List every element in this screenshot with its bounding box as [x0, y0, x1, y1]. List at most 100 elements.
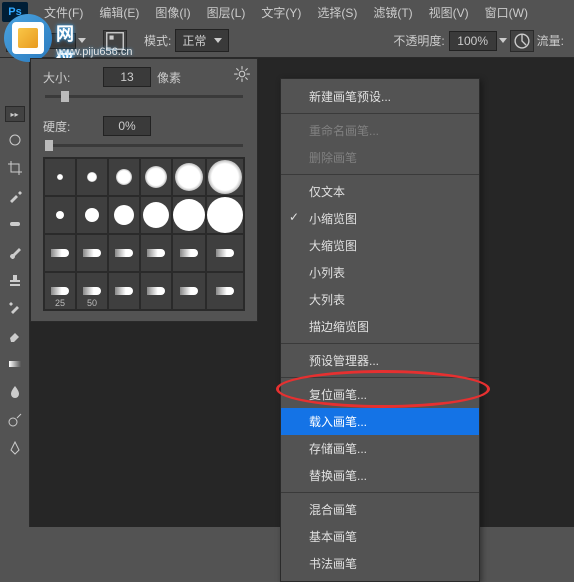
- history-brush-tool-icon[interactable]: [3, 296, 27, 320]
- menu-item[interactable]: 基本画笔: [281, 523, 479, 550]
- menu-item-label: 描边缩览图: [309, 320, 369, 334]
- opacity-label: 不透明度:: [393, 32, 444, 49]
- menu-separator: [281, 174, 479, 175]
- menu-item: 删除画笔: [281, 144, 479, 171]
- menu-item-label: 重命名画笔...: [309, 124, 379, 138]
- menu-item[interactable]: ✓小缩览图: [281, 205, 479, 232]
- brush-preset[interactable]: [140, 196, 172, 234]
- brush-size-field[interactable]: 13: [34, 33, 76, 49]
- menu-item[interactable]: 选择(S): [309, 1, 365, 24]
- brush-preset[interactable]: [44, 196, 76, 234]
- menu-item[interactable]: 预设管理器...: [281, 347, 479, 374]
- chevron-down-icon[interactable]: [78, 38, 86, 43]
- brush-preset[interactable]: [140, 158, 172, 196]
- menu-item[interactable]: 存储画笔...: [281, 435, 479, 462]
- tool-slot[interactable]: [3, 128, 27, 152]
- menu-item[interactable]: 视图(V): [421, 1, 477, 24]
- mode-label: 模式:: [144, 32, 171, 49]
- menu-item[interactable]: 窗口(W): [477, 1, 536, 24]
- brush-preset[interactable]: [206, 196, 244, 234]
- brush-preset[interactable]: [44, 158, 76, 196]
- expand-toolbar-icon[interactable]: ▸▸: [5, 106, 25, 122]
- menu-item-label: 大缩览图: [309, 239, 357, 253]
- brush-preset[interactable]: [44, 234, 76, 272]
- menu-item[interactable]: 文件(F): [36, 1, 91, 24]
- healing-tool-icon[interactable]: [3, 212, 27, 236]
- menu-item[interactable]: 编辑(E): [91, 1, 147, 24]
- menu-item[interactable]: 描边缩览图: [281, 313, 479, 340]
- hardness-input[interactable]: 0%: [103, 116, 151, 136]
- brush-tool-icon[interactable]: [3, 240, 27, 264]
- brush-preset[interactable]: [108, 196, 140, 234]
- menu-item-label: 复位画笔...: [309, 388, 367, 402]
- menu-item[interactable]: 混合画笔: [281, 496, 479, 523]
- brush-panel-toggle-icon[interactable]: [103, 30, 127, 52]
- menu-item[interactable]: 载入画笔...: [281, 408, 479, 435]
- menu-item-label: 仅文本: [309, 185, 345, 199]
- menu-item-label: 混合画笔: [309, 503, 357, 517]
- menu-item[interactable]: 书法画笔: [281, 550, 479, 577]
- stamp-tool-icon[interactable]: [3, 268, 27, 292]
- blur-tool-icon[interactable]: [3, 380, 27, 404]
- menu-item-label: 存储画笔...: [309, 442, 367, 456]
- brush-preset[interactable]: [108, 234, 140, 272]
- menu-item[interactable]: 大缩览图: [281, 232, 479, 259]
- menu-item[interactable]: 文字(Y): [253, 1, 309, 24]
- eyedropper-tool-icon[interactable]: [3, 184, 27, 208]
- menu-item[interactable]: 新建画笔预设...: [281, 83, 479, 110]
- chevron-down-icon[interactable]: [499, 38, 507, 43]
- brush-preset[interactable]: [172, 196, 206, 234]
- brush-flyout-menu: 新建画笔预设... 重命名画笔... 删除画笔仅文本 ✓小缩览图大缩览图小列表大列表描…: [280, 78, 480, 582]
- menu-item[interactable]: 大列表: [281, 286, 479, 313]
- menu-item[interactable]: 仅文本: [281, 178, 479, 205]
- brush-preset[interactable]: [108, 158, 140, 196]
- size-label: 大小:: [43, 69, 103, 86]
- menu-item: 重命名画笔...: [281, 117, 479, 144]
- gradient-tool-icon[interactable]: [3, 352, 27, 376]
- brush-preset[interactable]: [206, 272, 244, 310]
- check-icon: ✓: [289, 210, 299, 224]
- chevron-down-icon: [214, 38, 222, 43]
- menu-item[interactable]: 替换画笔...: [281, 462, 479, 489]
- brush-preset[interactable]: [76, 158, 108, 196]
- eraser-tool-icon[interactable]: [3, 324, 27, 348]
- menu-item[interactable]: 图层(L): [199, 1, 254, 24]
- pressure-opacity-icon[interactable]: [510, 30, 534, 52]
- brush-preset[interactable]: [172, 234, 206, 272]
- menu-item-label: 预设管理器...: [309, 354, 379, 368]
- menu-item[interactable]: 复位画笔...: [281, 381, 479, 408]
- brush-preset[interactable]: [140, 234, 172, 272]
- menu-item[interactable]: 滤镜(T): [365, 1, 420, 24]
- brush-preset[interactable]: [140, 272, 172, 310]
- brush-preset[interactable]: [206, 158, 244, 196]
- menu-item[interactable]: 图像(I): [147, 1, 198, 24]
- brush-preset[interactable]: [172, 158, 206, 196]
- gear-icon[interactable]: [233, 65, 251, 83]
- hardness-label: 硬度:: [43, 118, 103, 135]
- crop-tool-icon[interactable]: [3, 156, 27, 180]
- menu-item[interactable]: 小列表: [281, 259, 479, 286]
- brush-preview-icon[interactable]: [6, 30, 28, 52]
- brush-preset[interactable]: [206, 234, 244, 272]
- menu-item-label: 书法画笔: [309, 557, 357, 571]
- brush-preset[interactable]: 25: [44, 272, 76, 310]
- menu-item-label: 删除画笔: [309, 151, 357, 165]
- mode-select[interactable]: 正常: [175, 29, 229, 52]
- dodge-tool-icon[interactable]: [3, 408, 27, 432]
- brush-preset[interactable]: [108, 272, 140, 310]
- brush-preset[interactable]: [172, 272, 206, 310]
- menu-separator: [281, 343, 479, 344]
- brush-preset[interactable]: [76, 196, 108, 234]
- opacity-field[interactable]: 100%: [449, 31, 497, 51]
- tools-panel: ▸▸: [0, 58, 30, 527]
- brush-preset[interactable]: [76, 234, 108, 272]
- menu-item-label: 替换画笔...: [309, 469, 367, 483]
- brush-preset[interactable]: 50: [76, 272, 108, 310]
- size-input[interactable]: 13: [103, 67, 151, 87]
- size-unit: 像素: [157, 69, 181, 86]
- menu-item-label: 小列表: [309, 266, 345, 280]
- hardness-slider[interactable]: [45, 144, 243, 147]
- pen-tool-icon[interactable]: [3, 436, 27, 460]
- size-slider[interactable]: [45, 95, 243, 98]
- menu-separator: [281, 492, 479, 493]
